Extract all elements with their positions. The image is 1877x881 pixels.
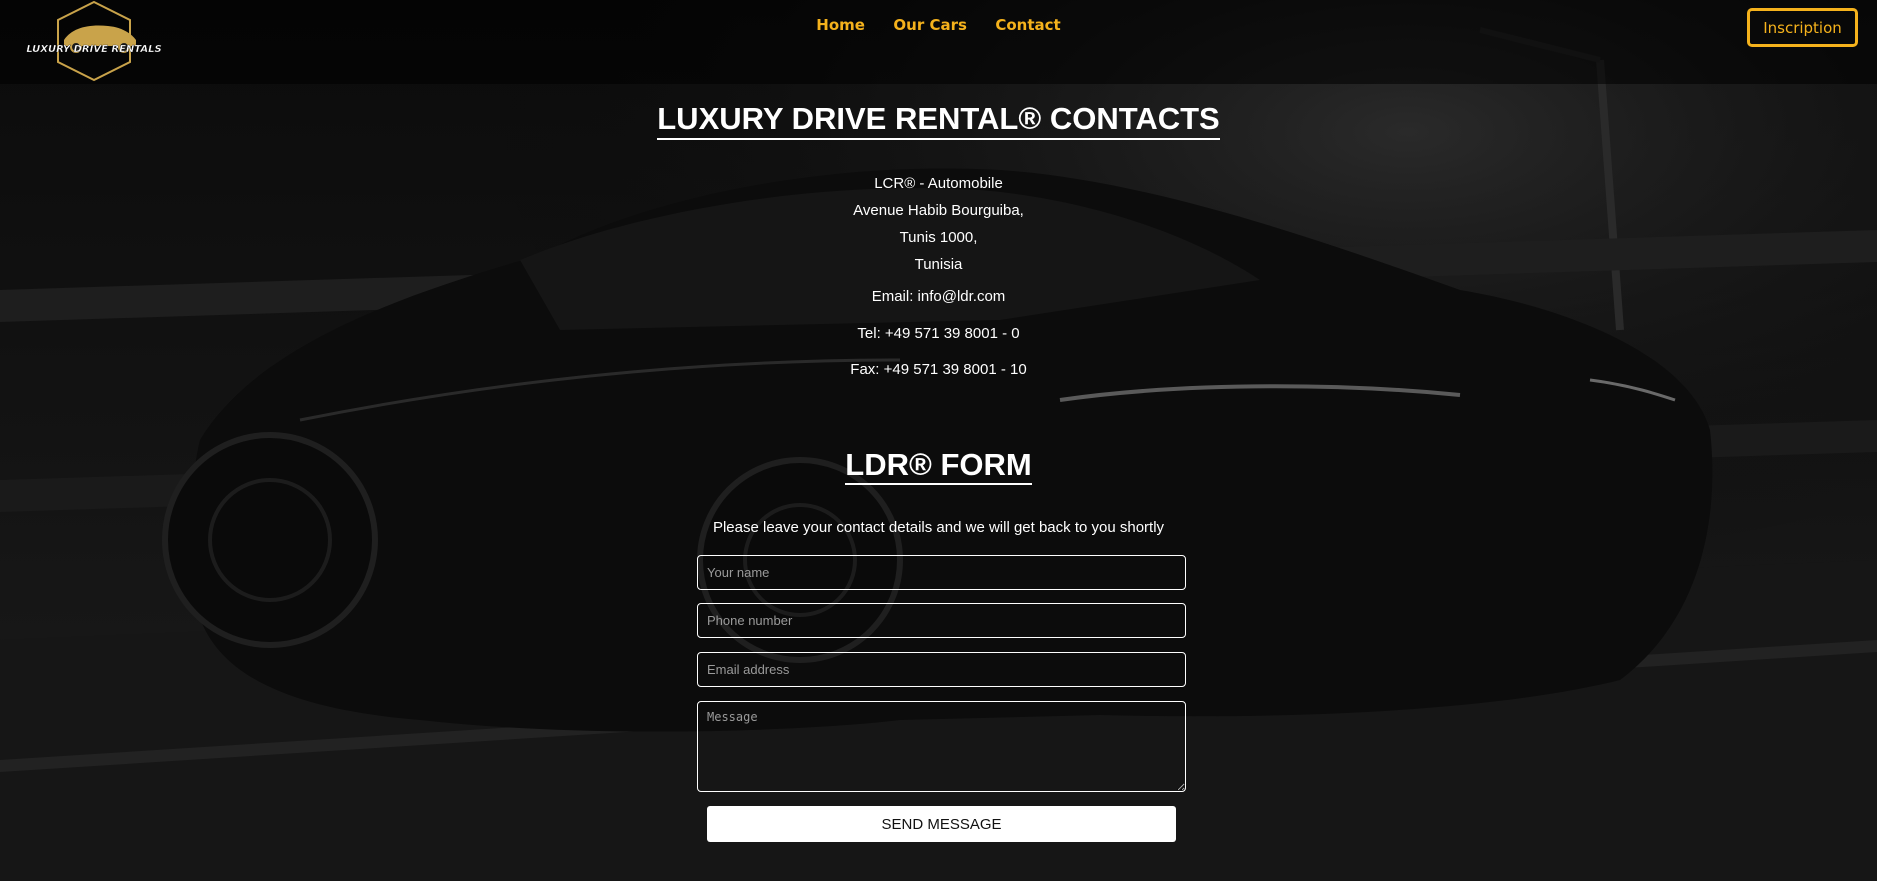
car-in-hexagon-logo-icon: LUXURY DRIVE RENTALS bbox=[26, 0, 162, 82]
inscription-button[interactable]: Inscription bbox=[1747, 8, 1858, 47]
svg-text:LUXURY DRIVE RENTALS: LUXURY DRIVE RENTALS bbox=[26, 44, 161, 55]
address-line: LCR® - Automobile bbox=[874, 175, 1003, 192]
address-line: Tunisia bbox=[914, 256, 963, 273]
nav-home-link[interactable]: Home bbox=[816, 16, 865, 34]
address-block: LCR® - Automobile Avenue Habib Bourguiba… bbox=[0, 170, 1877, 278]
contact-fax: Fax: +49 571 39 8001 - 10 bbox=[850, 361, 1027, 378]
form-intro: Please leave your contact details and we… bbox=[712, 519, 1165, 536]
send-message-button[interactable]: SEND MESSAGE bbox=[707, 806, 1176, 842]
address-line: Avenue Habib Bourguiba, bbox=[853, 202, 1024, 219]
contact-tel: Tel: +49 571 39 8001 - 0 bbox=[857, 325, 1020, 342]
message-field[interactable] bbox=[697, 701, 1186, 792]
main-nav: Home Our Cars Contact bbox=[0, 16, 1877, 35]
contact-email: Email: info@ldr.com bbox=[871, 288, 1006, 305]
name-field[interactable] bbox=[697, 555, 1186, 590]
form-title-text: LDR® FORM bbox=[845, 447, 1032, 485]
phone-field[interactable] bbox=[697, 603, 1186, 638]
nav-contact-link[interactable]: Contact bbox=[995, 16, 1060, 34]
form-title: LDR® FORM bbox=[0, 447, 1877, 485]
address-line: Tunis 1000, bbox=[899, 229, 978, 246]
brand-logo[interactable]: LUXURY DRIVE RENTALS bbox=[12, 0, 176, 82]
site-header: LUXURY DRIVE RENTALS Home Our Cars Conta… bbox=[0, 0, 1877, 84]
nav-our-cars-link[interactable]: Our Cars bbox=[893, 16, 967, 34]
contacts-title: LUXURY DRIVE RENTAL® CONTACTS bbox=[0, 101, 1877, 140]
contacts-title-text: LUXURY DRIVE RENTAL® CONTACTS bbox=[657, 101, 1220, 140]
email-field[interactable] bbox=[697, 652, 1186, 687]
